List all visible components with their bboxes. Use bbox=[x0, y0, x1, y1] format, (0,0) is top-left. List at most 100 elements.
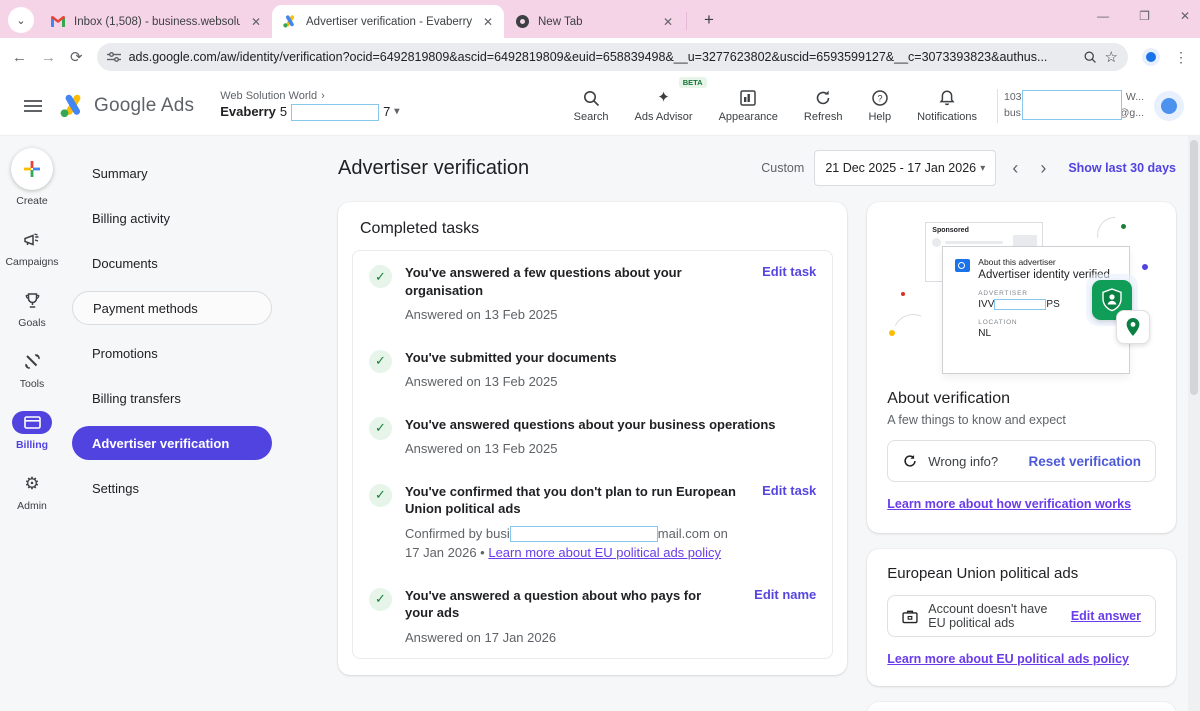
tab-divider bbox=[686, 12, 687, 30]
eu-answer-text: Account doesn't have EU political ads bbox=[928, 602, 1061, 630]
tab-new-tab[interactable]: New Tab ✕ bbox=[504, 5, 684, 38]
next-period-button[interactable]: › bbox=[1034, 158, 1052, 179]
reload-icon[interactable]: ⟳ bbox=[70, 48, 83, 66]
completed-tasks-heading: Completed tasks bbox=[352, 220, 833, 250]
completed-tasks-card: Completed tasks ✓ You've answered a few … bbox=[338, 202, 847, 675]
rail-item-tools[interactable]: Tools bbox=[12, 350, 52, 390]
address-bar[interactable]: ads.google.com/aw/identity/verification?… bbox=[97, 43, 1128, 71]
minimize-button[interactable]: — bbox=[1097, 9, 1109, 23]
restore-button[interactable]: ❐ bbox=[1139, 9, 1150, 23]
appearance-button[interactable]: Appearance bbox=[719, 89, 778, 123]
tab-close-icon[interactable]: ✕ bbox=[660, 14, 676, 30]
browser-menu-icon[interactable]: ⋮ bbox=[1174, 49, 1188, 66]
rail-item-admin[interactable]: ⚙ Admin bbox=[12, 472, 52, 512]
account-caret-icon[interactable]: ▾ bbox=[394, 106, 399, 119]
ads-funded-by-card: Ads funded by IVPS Edit name Learn more … bbox=[867, 702, 1176, 711]
location-pin-icon bbox=[1116, 310, 1150, 344]
tools-icon bbox=[12, 350, 52, 373]
rail-item-billing[interactable]: Billing bbox=[12, 411, 52, 451]
tab-close-icon[interactable]: ✕ bbox=[248, 14, 264, 30]
prev-period-button[interactable]: ‹ bbox=[1006, 158, 1024, 179]
browser-toolbar: ← → ⟳ ads.google.com/aw/identity/verific… bbox=[0, 38, 1200, 76]
edit-answer-link[interactable]: Edit answer bbox=[1071, 609, 1141, 623]
subnav-item-advertiser-verification[interactable]: Advertiser verification bbox=[72, 426, 272, 460]
reset-verification-link[interactable]: Reset verification bbox=[1028, 454, 1141, 469]
eu-policy-link[interactable]: Learn more about EU political ads policy bbox=[488, 545, 721, 560]
task-row: ✓ You've submitted your documents Answer… bbox=[353, 336, 832, 403]
rail-label: Tools bbox=[20, 378, 45, 390]
subnav-item-summary[interactable]: Summary bbox=[72, 156, 272, 190]
new-tab-button[interactable]: + bbox=[697, 10, 721, 30]
eu-learn-more-link[interactable]: Learn more about EU political ads policy bbox=[887, 652, 1129, 666]
avatar[interactable] bbox=[1154, 91, 1184, 121]
tab-search-caret-icon: ⌄ bbox=[16, 14, 25, 27]
rail-label: Campaigns bbox=[5, 256, 58, 268]
search-icon bbox=[582, 89, 600, 107]
search-label: Search bbox=[574, 111, 609, 123]
ads-advisor-button[interactable]: BETA ✦ Ads Advisor bbox=[635, 89, 693, 123]
nav-rail: Create Campaigns Goals Tools bbox=[0, 136, 64, 711]
about-this-advertiser-label: About this advertiser bbox=[978, 257, 1110, 267]
tasks-list: ✓ You've answered a few questions about … bbox=[352, 250, 833, 659]
window-controls: — ❐ ✕ bbox=[1097, 0, 1190, 32]
account-id-prefix: 5 bbox=[280, 104, 287, 120]
show-last-30-days-link[interactable]: Show last 30 days bbox=[1068, 161, 1176, 175]
hamburger-menu-icon[interactable] bbox=[24, 100, 42, 112]
tab-google-ads[interactable]: Advertiser verification - Evaberry - ✕ bbox=[272, 5, 504, 38]
tab-search-button[interactable]: ⌄ bbox=[8, 7, 34, 33]
subnav-item-payment-methods[interactable]: Payment methods bbox=[72, 291, 272, 325]
notifications-button[interactable]: Notifications bbox=[917, 89, 977, 123]
rail-item-create[interactable]: Create bbox=[11, 148, 53, 207]
tab-title: Inbox (1,508) - business.websoluti bbox=[74, 16, 240, 28]
appearance-label: Appearance bbox=[719, 111, 778, 123]
help-button[interactable]: ? Help bbox=[868, 89, 891, 123]
tab-close-icon[interactable]: ✕ bbox=[480, 14, 496, 30]
help-label: Help bbox=[868, 111, 891, 123]
edit-name-link[interactable]: Edit name bbox=[754, 587, 816, 648]
window: ⌄ Inbox (1,508) - business.websoluti ✕ A… bbox=[0, 0, 1200, 711]
help-icon: ? bbox=[871, 89, 889, 107]
beta-badge: BETA bbox=[679, 77, 707, 88]
account-switcher[interactable]: Web Solution World › Evaberry 5 7 ▾ bbox=[220, 90, 399, 121]
close-button[interactable]: ✕ bbox=[1180, 9, 1190, 23]
scrollbar[interactable] bbox=[1188, 136, 1200, 711]
tab-gmail[interactable]: Inbox (1,508) - business.websoluti ✕ bbox=[40, 5, 272, 38]
rail-label: Goals bbox=[18, 317, 45, 329]
subnav-item-promotions[interactable]: Promotions bbox=[72, 336, 272, 370]
manager-account-name[interactable]: Web Solution World bbox=[220, 90, 317, 104]
account-name[interactable]: Evaberry bbox=[220, 104, 276, 120]
rail-item-campaigns[interactable]: Campaigns bbox=[5, 228, 58, 268]
verification-learn-more-link[interactable]: Learn more about how verification works bbox=[887, 497, 1131, 511]
check-icon: ✓ bbox=[369, 350, 392, 373]
rail-item-goals[interactable]: Goals bbox=[12, 289, 52, 329]
extension-icon[interactable] bbox=[1142, 48, 1160, 66]
bookmark-star-icon[interactable]: ☆ bbox=[1105, 48, 1118, 66]
refresh-button[interactable]: Refresh bbox=[804, 89, 843, 123]
site-settings-icon[interactable] bbox=[107, 51, 121, 63]
brand-text: Google Ads bbox=[94, 95, 194, 117]
eu-answer-row: Account doesn't have EU political ads Ed… bbox=[887, 595, 1156, 637]
subnav-item-settings[interactable]: Settings bbox=[72, 471, 272, 505]
zoom-icon[interactable] bbox=[1083, 50, 1097, 64]
subnav-item-billing-activity[interactable]: Billing activity bbox=[72, 201, 272, 235]
back-icon[interactable]: ← bbox=[12, 49, 27, 66]
edit-task-link[interactable]: Edit task bbox=[762, 483, 816, 563]
forward-icon[interactable]: → bbox=[41, 49, 56, 66]
search-nav-button[interactable]: Search bbox=[574, 89, 609, 123]
rail-label: Admin bbox=[17, 500, 47, 512]
browser-tab-strip: ⌄ Inbox (1,508) - business.websoluti ✕ A… bbox=[0, 0, 1200, 38]
subnav-item-billing-transfers[interactable]: Billing transfers bbox=[72, 381, 272, 415]
wrong-info-row: Wrong info? Reset verification bbox=[887, 440, 1156, 482]
account-info-name: W... bbox=[1126, 90, 1144, 106]
redaction-box bbox=[291, 104, 379, 121]
google-ads-logo: Google Ads bbox=[60, 94, 194, 118]
account-info-email: bus bbox=[1004, 106, 1021, 122]
redaction-box bbox=[1022, 90, 1122, 120]
account-info-block[interactable]: 103W... bus@g... bbox=[1004, 90, 1144, 122]
scrollbar-thumb[interactable] bbox=[1190, 140, 1198, 395]
right-column: Sponsored bbox=[867, 202, 1176, 711]
date-range-picker[interactable]: 21 Dec 2025 - 17 Jan 2026 ▾ bbox=[814, 150, 996, 186]
edit-task-link[interactable]: Edit task bbox=[762, 264, 816, 325]
gear-icon: ⚙ bbox=[12, 472, 52, 495]
subnav-item-documents[interactable]: Documents bbox=[72, 246, 272, 280]
